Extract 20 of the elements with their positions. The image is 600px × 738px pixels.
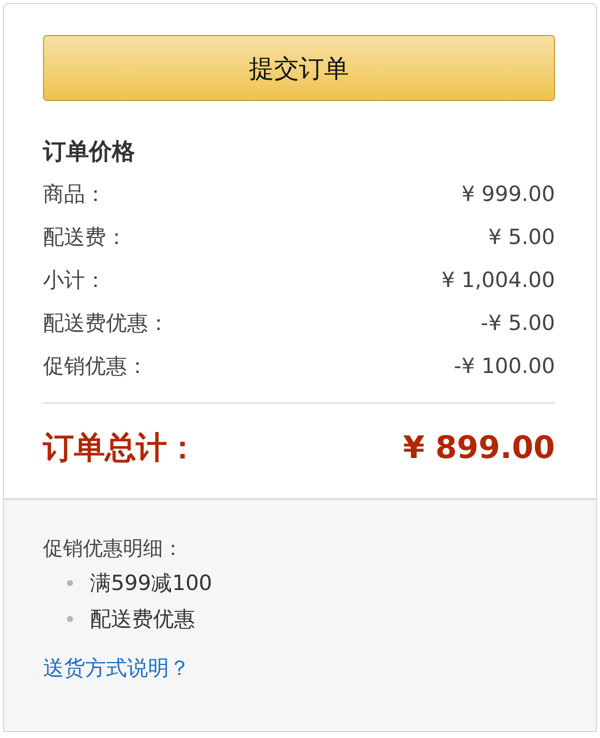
- price-amount: -¥ 100.00: [454, 354, 555, 378]
- promotion-item: 配送费优惠: [90, 606, 195, 633]
- price-amount: -¥ 5.00: [480, 310, 555, 334]
- section-heading: 订单价格: [43, 138, 136, 167]
- bullet-icon: [67, 616, 73, 622]
- total-amount: ¥ 899.00: [403, 430, 555, 466]
- price-label: 配送费优惠：: [43, 310, 169, 336]
- price-label: 小计：: [43, 266, 106, 294]
- price-label: 促销优惠：: [43, 352, 148, 380]
- price-amount: ¥ 1,004.00: [441, 268, 555, 292]
- total-label: 订单总计：: [43, 429, 198, 468]
- price-label: 配送费：: [43, 224, 127, 250]
- submit-order-button[interactable]: 提交订单: [43, 35, 555, 101]
- price-label: 商品：: [43, 180, 106, 208]
- bullet-icon: [67, 580, 73, 586]
- shipping-info-link[interactable]: 送货方式说明？: [43, 651, 190, 685]
- price-amount: ¥ 999.00: [461, 182, 555, 206]
- promotion-title: 促销优惠明细：: [43, 535, 183, 562]
- promotion-item: 满599减100: [90, 570, 212, 597]
- price-amount: ¥ 5.00: [488, 224, 555, 248]
